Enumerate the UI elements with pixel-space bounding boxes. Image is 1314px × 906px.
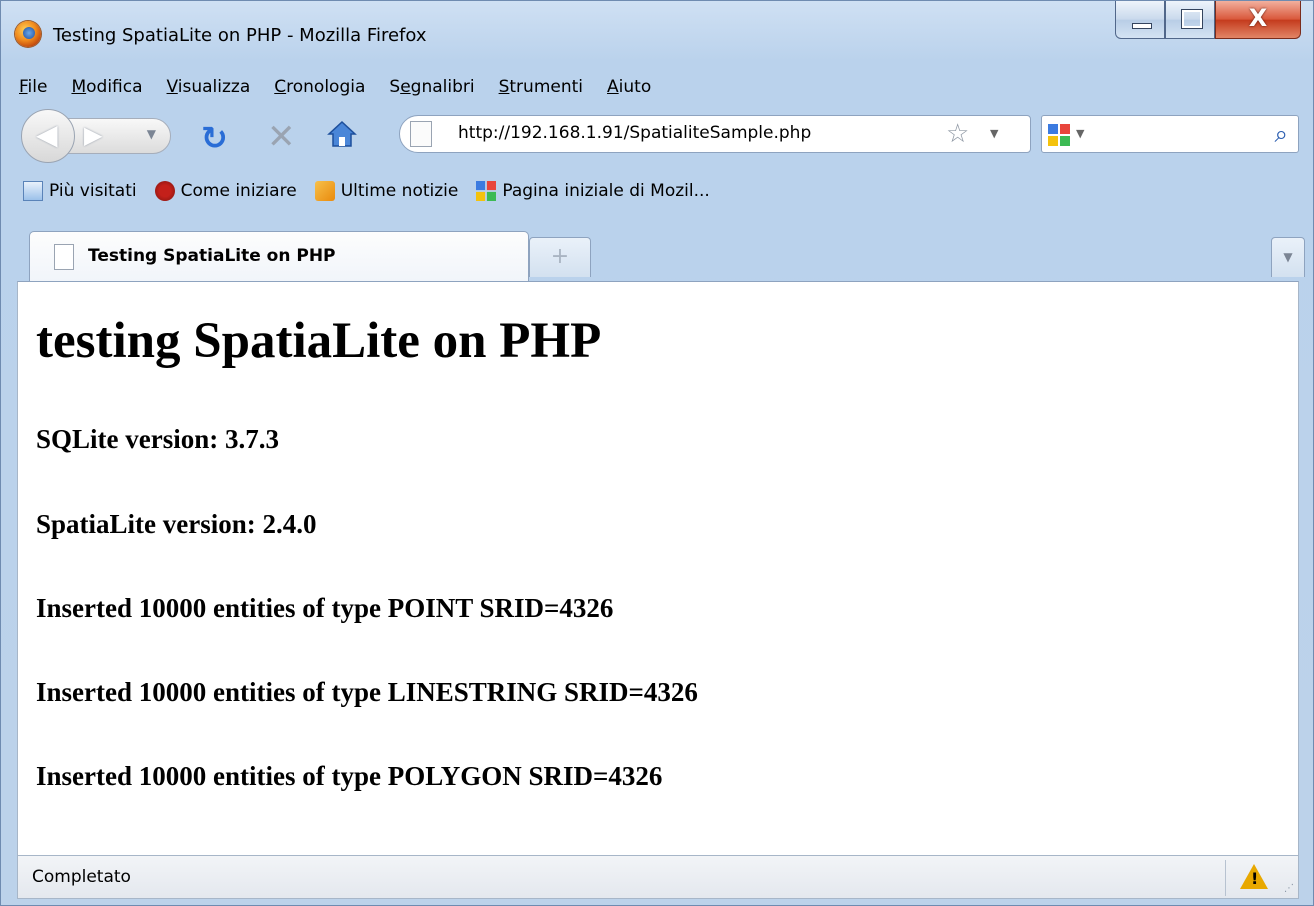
google-icon[interactable] [1048, 124, 1070, 146]
forward-arrow-icon: ▶ [84, 121, 103, 149]
bookmarks-toolbar: Più visitati Come iniziare Ultime notizi… [9, 173, 1305, 209]
sqlite-version-line: SQLite version: 3.7.3 [36, 424, 279, 454]
menu-file[interactable]: File [19, 77, 47, 97]
page-content: testing SpatiaLite on PHP SQLite version… [17, 281, 1299, 855]
bookmark-star-icon[interactable]: ☆ [946, 119, 969, 149]
address-bar[interactable]: http://192.168.1.91/SpatialiteSample.php… [399, 115, 1031, 153]
tab-strip: Testing SpatiaLite on PHP + ▼ [9, 223, 1305, 281]
menu-cronologia[interactable]: Cronologia [274, 77, 365, 97]
reload-icon[interactable]: ↻ [201, 119, 228, 157]
window-title: Testing SpatiaLite on PHP - Mozilla Fire… [53, 25, 427, 46]
back-button[interactable]: ◀ [21, 109, 75, 163]
firefox-logo-icon[interactable] [15, 21, 41, 47]
back-arrow-icon: ◀ [36, 118, 58, 151]
most-visited-icon [23, 181, 43, 201]
warning-icon[interactable] [1240, 864, 1268, 889]
back-forward-group: ▶ ▼ ◀ [21, 109, 187, 163]
new-tab-button[interactable]: + [529, 237, 591, 277]
history-dropdown-icon[interactable]: ▼ [147, 127, 156, 141]
status-text: Completato [32, 867, 131, 887]
url-dropdown-icon[interactable]: ▼ [990, 127, 998, 140]
resize-grip-icon[interactable]: ⋰ [1284, 883, 1294, 894]
page-icon [410, 121, 432, 147]
firefox-window: Testing SpatiaLite on PHP - Mozilla Fire… [0, 0, 1314, 906]
status-divider [1225, 860, 1226, 896]
bookmark-come-iniziare[interactable]: Come iniziare [154, 181, 297, 201]
menu-modifica[interactable]: Modifica [71, 77, 142, 97]
menu-strumenti[interactable]: Strumenti [499, 77, 583, 97]
search-icon[interactable]: ⌕ [1275, 120, 1288, 148]
maximize-button[interactable] [1165, 1, 1215, 39]
spatialite-version-line: SpatiaLite version: 2.4.0 [36, 509, 317, 539]
page-icon [54, 244, 74, 270]
bookmark-pagina-iniziale-mozilla[interactable]: Pagina iniziale di Mozil... [476, 181, 710, 201]
minimize-icon [1132, 23, 1152, 29]
menu-aiuto[interactable]: Aiuto [607, 77, 651, 97]
close-icon: X [1248, 4, 1268, 32]
menu-bar: File Modifica Visualizza Cronologia Segn… [9, 69, 1305, 105]
tab-label: Testing SpatiaLite on PHP [88, 246, 336, 266]
menu-visualizza[interactable]: Visualizza [167, 77, 251, 97]
forward-button[interactable]: ▶ ▼ [67, 118, 171, 154]
close-button[interactable]: X [1215, 1, 1301, 39]
inserted-polygon-line: Inserted 10000 entities of type POLYGON … [36, 761, 663, 791]
status-bar: Completato ⋰ [17, 855, 1299, 899]
tab-testing-spatialite[interactable]: Testing SpatiaLite on PHP [29, 231, 529, 281]
inserted-point-line: Inserted 10000 entities of type POINT SR… [36, 593, 614, 623]
rss-icon [314, 181, 335, 201]
search-engine-dropdown-icon[interactable]: ▼ [1076, 127, 1084, 140]
bookmark-ultime-notizie[interactable]: Ultime notizie [314, 181, 458, 201]
home-icon[interactable] [327, 120, 357, 148]
inserted-linestring-line: Inserted 10000 entities of type LINESTRI… [36, 677, 698, 707]
menu-segnalibri[interactable]: Segnalibri [389, 77, 474, 97]
stop-icon[interactable]: ✕ [267, 117, 296, 157]
search-bar[interactable]: ▼ ⌕ [1041, 115, 1299, 153]
caption-buttons: X [1115, 1, 1301, 41]
url-input[interactable]: http://192.168.1.91/SpatialiteSample.php [458, 123, 811, 143]
title-bar: Testing SpatiaLite on PHP - Mozilla Fire… [1, 1, 1313, 69]
mozilla-icon [476, 181, 497, 201]
tab-list-dropdown-icon[interactable]: ▼ [1271, 237, 1305, 277]
maximize-icon [1181, 9, 1203, 29]
bookmark-piu-visitati[interactable]: Più visitati [23, 181, 137, 201]
firefox-icon [154, 181, 175, 201]
navigation-toolbar: ▶ ▼ ◀ ↻ ✕ http://192.168.1.91/Spatialite… [9, 105, 1305, 167]
page-heading: testing SpatiaLite on PHP [36, 313, 602, 369]
minimize-button[interactable] [1115, 1, 1165, 39]
